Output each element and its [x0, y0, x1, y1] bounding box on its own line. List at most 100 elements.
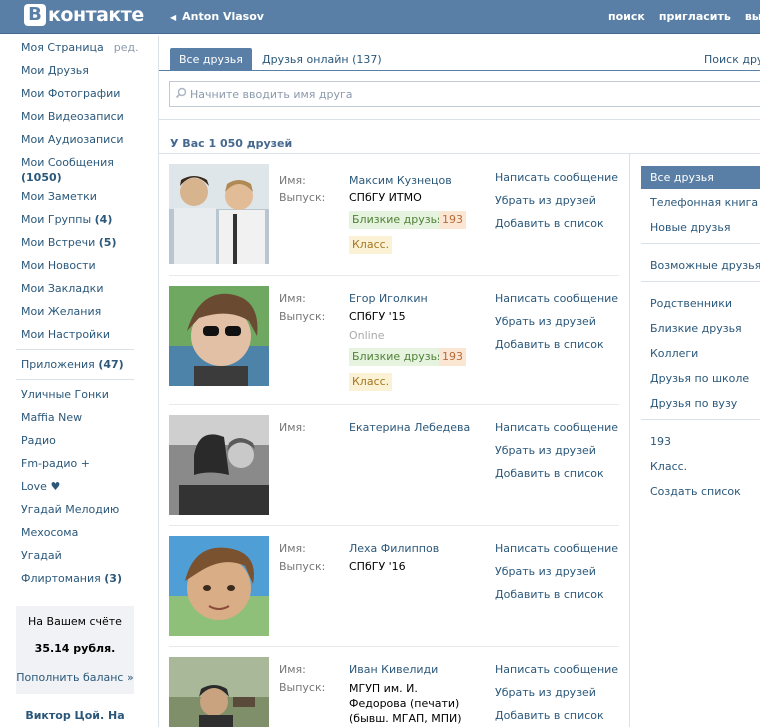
friend-avatar[interactable]: [169, 657, 269, 727]
menu-my-page[interactable]: Моя Страница ред.: [16, 36, 150, 59]
friend-avatar[interactable]: [169, 164, 269, 264]
add-to-list-link[interactable]: Добавить в список: [495, 467, 618, 490]
row-divider: [169, 646, 619, 647]
top-nav: поиск пригласить выйти: [608, 10, 760, 23]
menu-my-news[interactable]: Мои Новости: [16, 254, 150, 277]
tag-list-193[interactable]: 193: [439, 211, 466, 229]
search-input[interactable]: [190, 85, 750, 103]
tag-list-class[interactable]: Класс.: [349, 236, 393, 254]
write-message-link[interactable]: Написать сообщение: [495, 663, 618, 686]
menu-divider: [16, 349, 134, 350]
search-friends-link[interactable]: Поиск друзей: [704, 53, 760, 66]
create-list-link[interactable]: Создать список: [641, 480, 760, 503]
friend-search-bar: [169, 81, 760, 107]
balance-title: На Вашем счёте: [28, 615, 122, 628]
remove-friend-link[interactable]: Убрать из друзей: [495, 194, 618, 217]
filter-all-friends[interactable]: Все друзья: [641, 166, 760, 189]
friend-actions: Написать сообщение Убрать из друзей Доба…: [495, 292, 618, 361]
filter-close-friends[interactable]: Близкие друзья: [641, 317, 760, 340]
edit-link[interactable]: ред.: [114, 41, 139, 54]
tab-all-friends[interactable]: Все друзья: [170, 48, 252, 71]
add-to-list-link[interactable]: Добавить в список: [495, 217, 618, 240]
filter-phone-book[interactable]: Телефонная книга: [641, 191, 760, 214]
app-street-racing[interactable]: Уличные Гонки: [16, 383, 150, 406]
filter-list-class[interactable]: Класс.: [641, 455, 760, 478]
app-love[interactable]: Love ♥: [16, 475, 150, 498]
friend-actions: Написать сообщение Убрать из друзей Доба…: [495, 421, 618, 490]
menu-apps[interactable]: Приложения (47): [16, 353, 150, 376]
menu-my-events[interactable]: Мои Встречи (5): [16, 231, 150, 254]
remove-friend-link[interactable]: Убрать из друзей: [495, 315, 618, 338]
write-message-link[interactable]: Написать сообщение: [495, 292, 618, 315]
friend-name[interactable]: Иван Кивелиди: [349, 663, 438, 676]
friend-name[interactable]: Егор Иголкин: [349, 292, 428, 305]
promo-title[interactable]: Виктор Цой. На: [16, 709, 134, 722]
tag-close-friends[interactable]: Близкие друзья: [349, 348, 447, 366]
filter-possible-friends[interactable]: Возможные друзья: [641, 254, 760, 277]
write-message-link[interactable]: Написать сообщение: [495, 171, 618, 194]
menu-my-wishes[interactable]: Мои Желания: [16, 300, 150, 323]
nav-search[interactable]: поиск: [608, 10, 645, 23]
topup-balance-link[interactable]: Пополнить баланс »: [16, 671, 134, 684]
friend-row: Имя: Егор Иголкин Выпуск: СПбГУ '15 Onli…: [169, 286, 619, 396]
friend-actions: Написать сообщение Убрать из друзей Доба…: [495, 171, 618, 240]
menu-count: (1050): [21, 171, 62, 184]
menu-my-videos[interactable]: Мои Видеозаписи: [16, 105, 150, 128]
menu-label: Уличные Гонки: [21, 388, 109, 401]
filter-list-193[interactable]: 193: [641, 430, 760, 453]
menu-my-friends[interactable]: Мои Друзья: [16, 59, 150, 82]
menu-my-audio[interactable]: Мои Аудиозаписи: [16, 128, 150, 151]
section-divider: [159, 119, 760, 120]
add-to-list-link[interactable]: Добавить в список: [495, 709, 618, 727]
logo-text: контакте: [48, 4, 144, 26]
nav-invite[interactable]: пригласить: [659, 10, 731, 23]
write-message-link[interactable]: Написать сообщение: [495, 421, 618, 444]
nav-logout[interactable]: выйти: [745, 10, 760, 23]
app-fm-radio[interactable]: Fm-радио +: [16, 452, 150, 475]
friend-avatar[interactable]: [169, 415, 269, 515]
menu-my-groups[interactable]: Мои Группы (4): [16, 208, 150, 231]
remove-friend-link[interactable]: Убрать из друзей: [495, 686, 618, 709]
app-guess-melody[interactable]: Угадай Мелодию: [16, 498, 150, 521]
tag-list-class[interactable]: Класс.: [349, 373, 393, 391]
menu-my-notes[interactable]: Мои Заметки: [16, 185, 150, 208]
friend-row: Имя: Иван Кивелиди Выпуск: МГУП им. И. Ф…: [169, 657, 619, 727]
user-profile-link[interactable]: ◀ Anton Vlasov: [170, 10, 264, 23]
friend-actions: Написать сообщение Убрать из друзей Доба…: [495, 542, 618, 611]
filter-new-friends[interactable]: Новые друзья: [641, 216, 760, 239]
tag-list-193[interactable]: 193: [439, 348, 466, 366]
add-to-list-link[interactable]: Добавить в список: [495, 338, 618, 361]
app-mehosoma[interactable]: Мехосома: [16, 521, 150, 544]
write-message-link[interactable]: Написать сообщение: [495, 542, 618, 565]
tag-close-friends[interactable]: Близкие друзья: [349, 211, 447, 229]
filter-university-friends[interactable]: Друзья по вузу: [641, 392, 760, 415]
online-status: Online: [349, 329, 385, 342]
grad-label: Выпуск:: [279, 681, 326, 694]
row-divider: [169, 525, 619, 526]
friend-name[interactable]: Максим Кузнецов: [349, 174, 452, 187]
menu-label: Мои Группы: [21, 213, 92, 226]
filter-school-friends[interactable]: Друзья по школе: [641, 367, 760, 390]
filter-colleagues[interactable]: Коллеги: [641, 342, 760, 365]
app-flirtomania[interactable]: Флиртомания (3): [16, 567, 150, 590]
menu-my-messages[interactable]: Мои Сообщения (1050): [16, 151, 150, 185]
friend-name[interactable]: Екатерина Лебедева: [349, 421, 470, 434]
add-to-list-link[interactable]: Добавить в список: [495, 588, 618, 611]
remove-friend-link[interactable]: Убрать из друзей: [495, 565, 618, 588]
remove-friend-link[interactable]: Убрать из друзей: [495, 444, 618, 467]
menu-my-bookmarks[interactable]: Мои Закладки: [16, 277, 150, 300]
menu-my-photos[interactable]: Мои Фотографии: [16, 82, 150, 105]
menu-my-settings[interactable]: Мои Настройки: [16, 323, 150, 346]
app-maffia-new[interactable]: Maffia New: [16, 406, 150, 429]
friend-name[interactable]: Леха Филиппов: [349, 542, 439, 555]
balance-box: На Вашем счёте 35.14 рубля. Пополнить ба…: [16, 606, 134, 694]
tab-online-friends[interactable]: Друзья онлайн (137): [253, 48, 391, 71]
left-menu: Моя Страница ред. Мои Друзья Мои Фотограф…: [16, 36, 150, 590]
friend-avatar[interactable]: [169, 536, 269, 636]
name-label: Имя:: [279, 292, 306, 305]
app-guess[interactable]: Угадай: [16, 544, 150, 567]
filter-relatives[interactable]: Родственники: [641, 292, 760, 315]
friend-avatar[interactable]: [169, 286, 269, 386]
app-radio[interactable]: Радио: [16, 429, 150, 452]
vk-logo[interactable]: В контакте: [24, 4, 144, 26]
